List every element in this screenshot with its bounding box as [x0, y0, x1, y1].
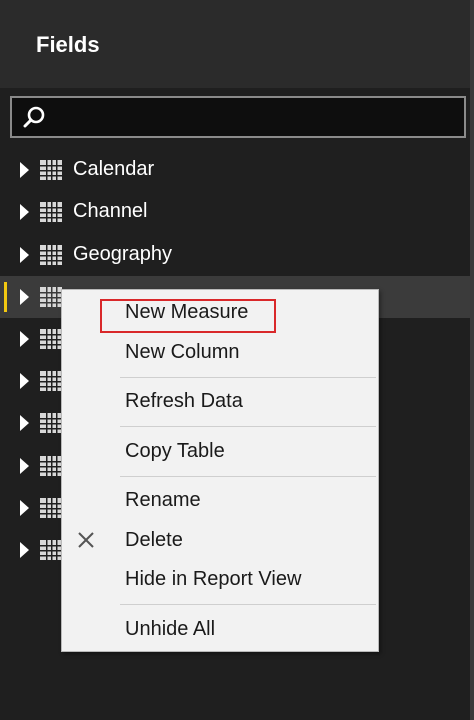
field-label: Calendar	[73, 158, 155, 180]
menu-item-unhide-all[interactable]: Unhide All	[62, 611, 378, 647]
menu-item-new-measure[interactable]: New Measure	[62, 294, 378, 333]
menu-divider	[120, 476, 376, 477]
field-table-channel[interactable]: Channel	[0, 191, 470, 233]
expand-caret-icon[interactable]	[20, 415, 29, 431]
selection-indicator	[4, 282, 7, 312]
table-icon	[40, 456, 62, 476]
menu-item-hide-in-report-view[interactable]: Hide in Report View	[62, 561, 378, 597]
table-icon	[40, 413, 62, 433]
menu-item-label: New Measure	[125, 301, 249, 323]
expand-caret-icon[interactable]	[20, 458, 29, 474]
menu-item-refresh-data[interactable]: Refresh Data	[62, 383, 378, 419]
pane-title: Fields	[36, 32, 100, 57]
search-input[interactable]	[10, 96, 466, 138]
field-table-geography[interactable]: Geography	[0, 234, 470, 276]
menu-item-label: Hide in Report View	[125, 568, 302, 590]
expand-caret-icon[interactable]	[20, 500, 29, 516]
table-icon	[40, 287, 62, 307]
menu-item-new-column[interactable]: New Column	[62, 334, 378, 370]
menu-item-rename[interactable]: Rename	[62, 482, 378, 518]
menu-item-label: New Column	[125, 341, 240, 363]
menu-item-label: Rename	[125, 489, 201, 511]
expand-caret-icon[interactable]	[20, 162, 29, 178]
menu-item-label: Copy Table	[125, 440, 225, 462]
fields-pane: Fields Calendar Channel Geography New Me…	[0, 0, 474, 720]
table-icon	[40, 371, 62, 391]
menu-item-label: Refresh Data	[125, 390, 243, 412]
expand-caret-icon[interactable]	[20, 373, 29, 389]
expand-caret-icon[interactable]	[20, 204, 29, 220]
menu-divider	[120, 604, 376, 605]
expand-caret-icon[interactable]	[20, 542, 29, 558]
menu-divider	[120, 426, 376, 427]
table-icon	[40, 202, 62, 222]
expand-caret-icon[interactable]	[20, 331, 29, 347]
context-menu: New Measure New Column Refresh Data Copy…	[61, 289, 379, 652]
menu-item-copy-table[interactable]: Copy Table	[62, 433, 378, 469]
table-icon	[40, 540, 62, 560]
close-icon	[78, 532, 94, 548]
table-icon	[40, 498, 62, 518]
expand-caret-icon[interactable]	[20, 247, 29, 263]
menu-item-delete[interactable]: Delete	[62, 522, 378, 558]
table-icon	[40, 329, 62, 349]
pane-header: Fields	[0, 0, 470, 88]
field-label: Channel	[73, 200, 148, 222]
menu-item-label: Delete	[125, 529, 183, 551]
table-icon	[40, 245, 62, 265]
field-table-calendar[interactable]: Calendar	[0, 149, 470, 191]
field-label: Geography	[73, 243, 172, 265]
expand-caret-icon[interactable]	[20, 289, 29, 305]
table-icon	[40, 160, 62, 180]
menu-item-label: Unhide All	[125, 618, 216, 640]
menu-divider	[120, 377, 376, 378]
search-icon	[23, 106, 45, 128]
